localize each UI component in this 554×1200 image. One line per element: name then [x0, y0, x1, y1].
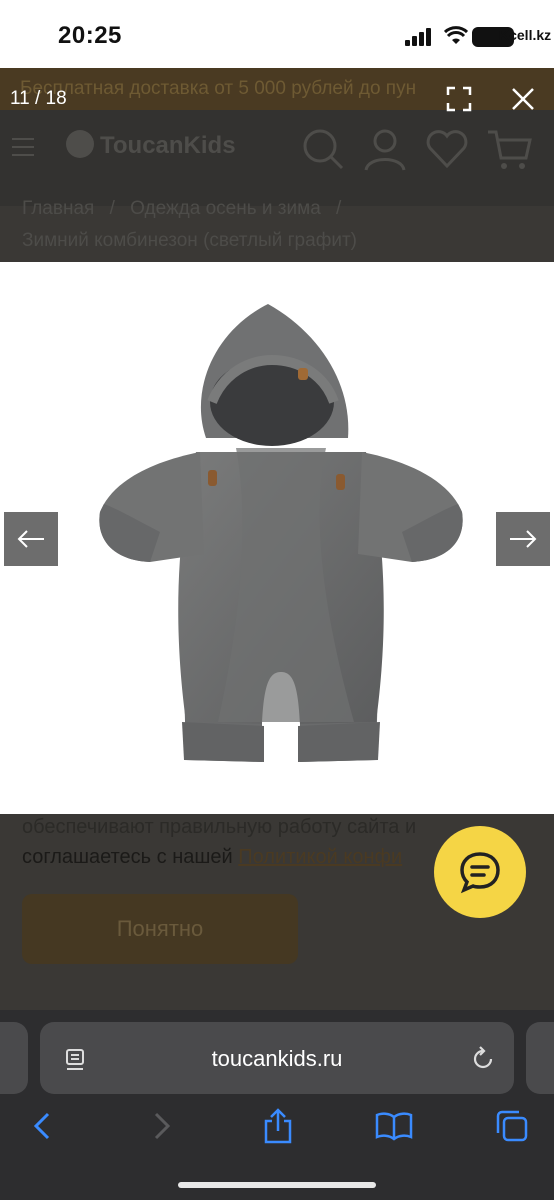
- chevron-right-icon: [154, 1112, 171, 1140]
- breadcrumb-separator: /: [109, 198, 115, 219]
- breadcrumb-category: Одежда осень и зима: [130, 198, 321, 219]
- tabs-icon: [496, 1110, 528, 1142]
- breadcrumb-home: Главная: [22, 198, 95, 219]
- status-time: 20:25: [58, 22, 122, 49]
- next-tab-preview[interactable]: [526, 1022, 554, 1094]
- url-text: toucankids.ru: [211, 1046, 343, 1071]
- next-image-button[interactable]: [496, 512, 550, 566]
- breadcrumb: Главная / Одежда осень и зима /: [22, 198, 351, 220]
- back-button[interactable]: [22, 1106, 62, 1146]
- status-bar: 20:25 Kcell.kz: [0, 0, 554, 68]
- toucan-logo-icon: [66, 130, 94, 158]
- search-icon: [303, 129, 344, 170]
- arrow-left-icon: [17, 530, 44, 548]
- share-icon: [264, 1108, 292, 1144]
- address-bar[interactable]: toucankids.ru: [40, 1022, 514, 1094]
- chat-button[interactable]: [434, 826, 526, 918]
- previous-tab-preview[interactable]: [0, 1022, 28, 1094]
- tabs-button[interactable]: [492, 1106, 532, 1146]
- privacy-policy-link: Политикой конфи: [238, 846, 403, 868]
- home-indicator: [178, 1182, 376, 1188]
- chevron-left-icon: [33, 1112, 50, 1140]
- bookmarks-button[interactable]: [374, 1106, 414, 1146]
- promo-text: Бесплатная доставка от 5 000 рублей до п…: [20, 78, 417, 99]
- cookie-text: соглашаетесь с нашей Политикой конфи: [22, 846, 402, 869]
- user-icon: [364, 129, 406, 171]
- cookie-text: обеспечивают правильную работу сайта и: [22, 816, 417, 838]
- forward-button[interactable]: [142, 1106, 182, 1146]
- reload-icon[interactable]: [470, 1046, 496, 1072]
- wifi-icon: [444, 26, 468, 44]
- heart-icon: [426, 130, 468, 169]
- site-header: ToucanKids: [0, 110, 554, 206]
- product-image: [0, 262, 554, 814]
- carrier-label: Kcell.kz: [499, 27, 552, 43]
- accept-cookies-button: Понятно: [22, 894, 298, 964]
- cookie-text-part: соглашаетесь с нашей: [22, 846, 233, 868]
- arrow-right-icon: [510, 530, 537, 548]
- page-title: Зимний комбинезон (светлый графит): [22, 230, 357, 251]
- share-button[interactable]: [258, 1106, 298, 1146]
- chat-icon: [460, 852, 500, 894]
- image-counter: 11 / 18: [10, 88, 67, 109]
- safari-bottom-bar: toucankids.ru: [0, 1010, 554, 1200]
- menu-icon: [12, 138, 34, 162]
- snowsuit-image: [99, 304, 463, 762]
- signal-icon: [405, 28, 433, 46]
- cart-icon: [488, 130, 532, 169]
- prev-image-button[interactable]: [4, 512, 58, 566]
- book-icon: [375, 1112, 413, 1141]
- breadcrumb-separator: /: [336, 198, 342, 219]
- fullscreen-icon[interactable]: [446, 86, 472, 112]
- site-logo: ToucanKids: [100, 132, 236, 159]
- close-icon[interactable]: [508, 84, 538, 114]
